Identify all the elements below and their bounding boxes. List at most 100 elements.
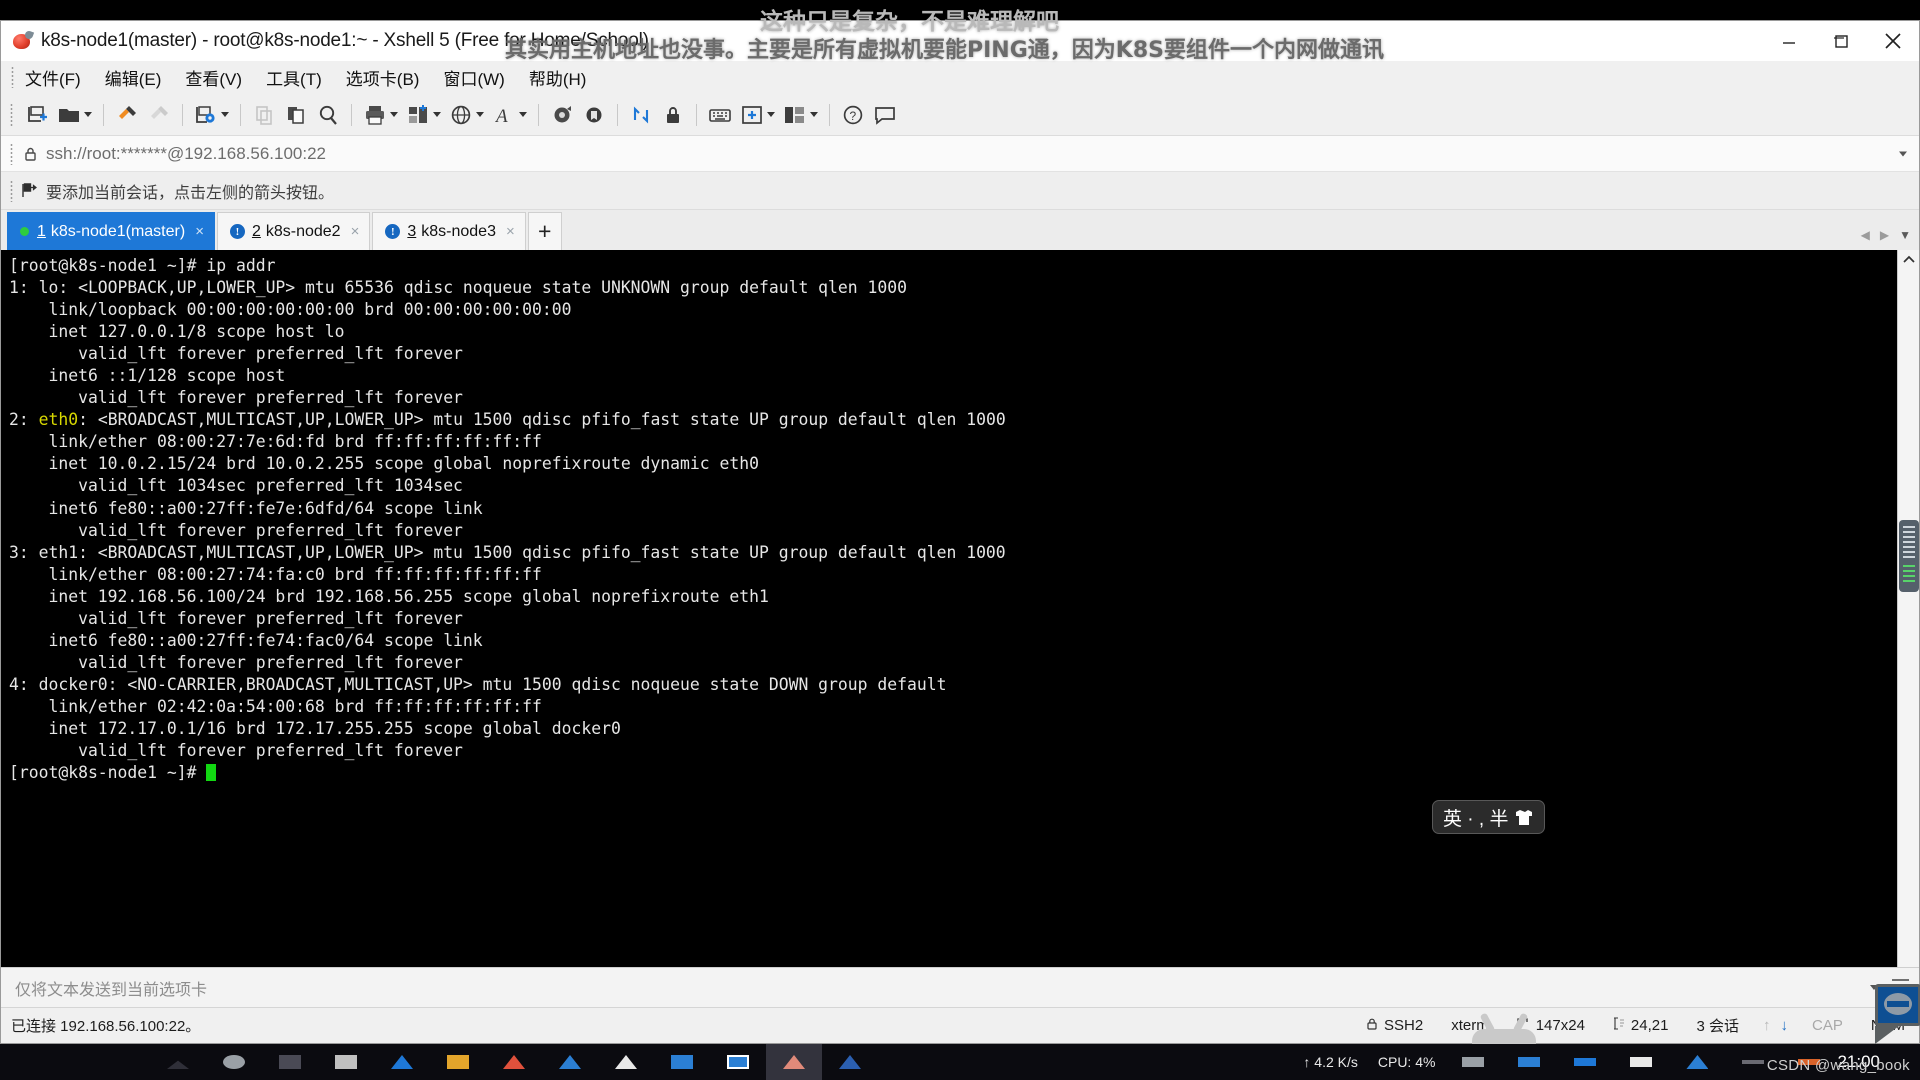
menu-view[interactable]: 查看(V) — [183, 63, 244, 92]
taskbar-icon-10[interactable] — [654, 1044, 710, 1080]
csdn-watermark: CSDN @wang_book — [1766, 1057, 1910, 1074]
scrollbar-track[interactable] — [1898, 270, 1920, 967]
tab-close-icon[interactable]: × — [506, 223, 515, 240]
resize-widget[interactable] — [1875, 984, 1920, 1044]
transfer-button[interactable] — [625, 99, 657, 131]
layout-caret-icon[interactable] — [431, 102, 442, 128]
menu-edit[interactable]: 编辑(E) — [103, 63, 164, 92]
toolbar-grip[interactable] — [10, 103, 13, 127]
tray-icon-5[interactable] — [1669, 1044, 1725, 1080]
taskbar-icon-4[interactable] — [318, 1044, 374, 1080]
add-panel-caret-icon[interactable] — [765, 102, 776, 128]
copy-button — [248, 99, 280, 131]
log-button[interactable] — [546, 99, 578, 131]
paste-icon — [283, 102, 309, 128]
tab-label: k8s-node1(master) — [50, 222, 186, 240]
add-panel-button[interactable] — [736, 99, 779, 131]
properties-button[interactable] — [190, 99, 233, 131]
help-button[interactable]: ? — [837, 99, 869, 131]
maximize-button[interactable] — [1815, 21, 1867, 61]
tab-list-icon[interactable]: ▼ — [1899, 228, 1911, 242]
upload-arrow-icon: ↑ — [1762, 1017, 1771, 1034]
menu-window[interactable]: 窗口(W) — [441, 63, 506, 92]
tab-scroll-left-icon[interactable]: ◀ — [1861, 228, 1870, 242]
chat-button[interactable] — [869, 99, 901, 131]
lock-button[interactable] — [657, 99, 689, 131]
paste-button[interactable] — [280, 99, 312, 131]
send-input-placeholder[interactable]: 仅将文本发送到当前选项卡 — [15, 976, 207, 1000]
hint-bar: 要添加当前会话，点击左侧的箭头按钮。 — [1, 172, 1919, 210]
split-view-button[interactable] — [779, 99, 822, 131]
open-session-button[interactable] — [53, 99, 96, 131]
taskbar-icon-1[interactable] — [150, 1044, 206, 1080]
address-bar[interactable]: ssh://root:*******@192.168.56.100:22 — [1, 136, 1919, 172]
address-dropdown-icon[interactable] — [1899, 151, 1907, 156]
find-icon — [315, 102, 341, 128]
terminal-output[interactable]: [root@k8s-node1 ~]# ip addr 1: lo: <LOOP… — [1, 250, 1897, 967]
hint-grip[interactable] — [10, 180, 13, 202]
menu-tabs[interactable]: 选项卡(B) — [344, 63, 422, 92]
toolbar-separator — [240, 103, 241, 126]
quick-connect-button[interactable] — [111, 99, 143, 131]
tab-k8s-node1[interactable]: 1 k8s-node1(master) × — [7, 212, 215, 250]
close-button[interactable] — [1867, 21, 1919, 61]
annotation-line-2: 其实用主机地址也没事。主要是所有虚拟机要能PING通，因为K8S要组件一个内网做… — [505, 38, 1384, 63]
split-view-caret-icon[interactable] — [808, 102, 819, 128]
tray-icon-1[interactable] — [1445, 1044, 1501, 1080]
send-to-bar[interactable]: 仅将文本发送到当前选项卡 — [1, 967, 1919, 1007]
print-button[interactable] — [359, 99, 402, 131]
globe-button[interactable] — [445, 99, 488, 131]
tab-close-icon[interactable]: × — [195, 223, 204, 240]
taskbar-icon-9[interactable] — [598, 1044, 654, 1080]
tab-scroll-controls: ◀ ▶ ▼ — [1861, 228, 1911, 242]
keyboard-button[interactable] — [704, 99, 736, 131]
ime-indicator[interactable]: 英 · , 半 — [1432, 800, 1546, 834]
arrow-flag-icon — [21, 182, 38, 199]
menu-help[interactable]: 帮助(H) — [527, 63, 589, 92]
minimize-button[interactable] — [1763, 21, 1815, 61]
menu-tools[interactable]: 工具(T) — [264, 63, 324, 92]
scroll-up-icon[interactable] — [1898, 250, 1920, 270]
connection-status: 已连接 192.168.56.100:22。 — [11, 1018, 201, 1035]
taskbar-icon-5[interactable] — [374, 1044, 430, 1080]
taskbar-icon-8[interactable] — [542, 1044, 598, 1080]
address-grip[interactable] — [10, 143, 13, 165]
keylog-button[interactable] — [578, 99, 610, 131]
properties-caret-icon[interactable] — [219, 102, 230, 128]
taskbar-icon-3[interactable] — [262, 1044, 318, 1080]
xshell-icon — [11, 29, 35, 52]
open-session-caret-icon[interactable] — [82, 102, 93, 128]
print-caret-icon[interactable] — [388, 102, 399, 128]
tray-icon-3[interactable] — [1557, 1044, 1613, 1080]
terminal-scrollbar[interactable] — [1897, 250, 1919, 967]
new-session-button[interactable] — [21, 99, 53, 131]
menu-grip[interactable] — [11, 66, 14, 88]
taskbar-icon-12-active[interactable] — [766, 1044, 822, 1080]
find-button[interactable] — [312, 99, 344, 131]
taskbar-icon-7[interactable] — [486, 1044, 542, 1080]
xshell-window: k8s-node1(master) - root@k8s-node1:~ - X… — [0, 20, 1920, 1044]
taskbar-icon-11[interactable] — [710, 1044, 766, 1080]
tray-icon-4[interactable] — [1613, 1044, 1669, 1080]
font-button[interactable]: A — [488, 99, 531, 131]
toolbar-separator — [351, 103, 352, 126]
menu-bar: 文件(F) 编辑(E) 查看(V) 工具(T) 选项卡(B) 窗口(W) 帮助(… — [1, 61, 1919, 94]
tab-scroll-right-icon[interactable]: ▶ — [1880, 228, 1889, 242]
new-tab-button[interactable]: + — [527, 212, 562, 250]
taskbar-icon-2[interactable] — [206, 1044, 262, 1080]
tab-k8s-node2[interactable]: ! 2 k8s-node2 × — [216, 212, 371, 250]
font-caret-icon[interactable] — [517, 102, 528, 128]
address-value[interactable]: ssh://root:*******@192.168.56.100:22 — [46, 144, 326, 164]
hint-text: 要添加当前会话，点击左侧的箭头按钮。 — [46, 184, 335, 202]
globe-caret-icon[interactable] — [474, 102, 485, 128]
menu-file[interactable]: 文件(F) — [23, 63, 83, 92]
taskbar-icon-6[interactable] — [430, 1044, 486, 1080]
keylog-icon — [581, 102, 607, 128]
tab-label: k8s-node2 — [265, 222, 341, 240]
taskbar-icon-13[interactable] — [822, 1044, 878, 1080]
tab-close-icon[interactable]: × — [351, 223, 360, 240]
tray-icon-2[interactable] — [1501, 1044, 1557, 1080]
tab-k8s-node3[interactable]: ! 3 k8s-node3 × — [372, 212, 526, 250]
layout-button[interactable] — [402, 99, 445, 131]
scrollbar-thumb[interactable] — [1898, 520, 1919, 592]
